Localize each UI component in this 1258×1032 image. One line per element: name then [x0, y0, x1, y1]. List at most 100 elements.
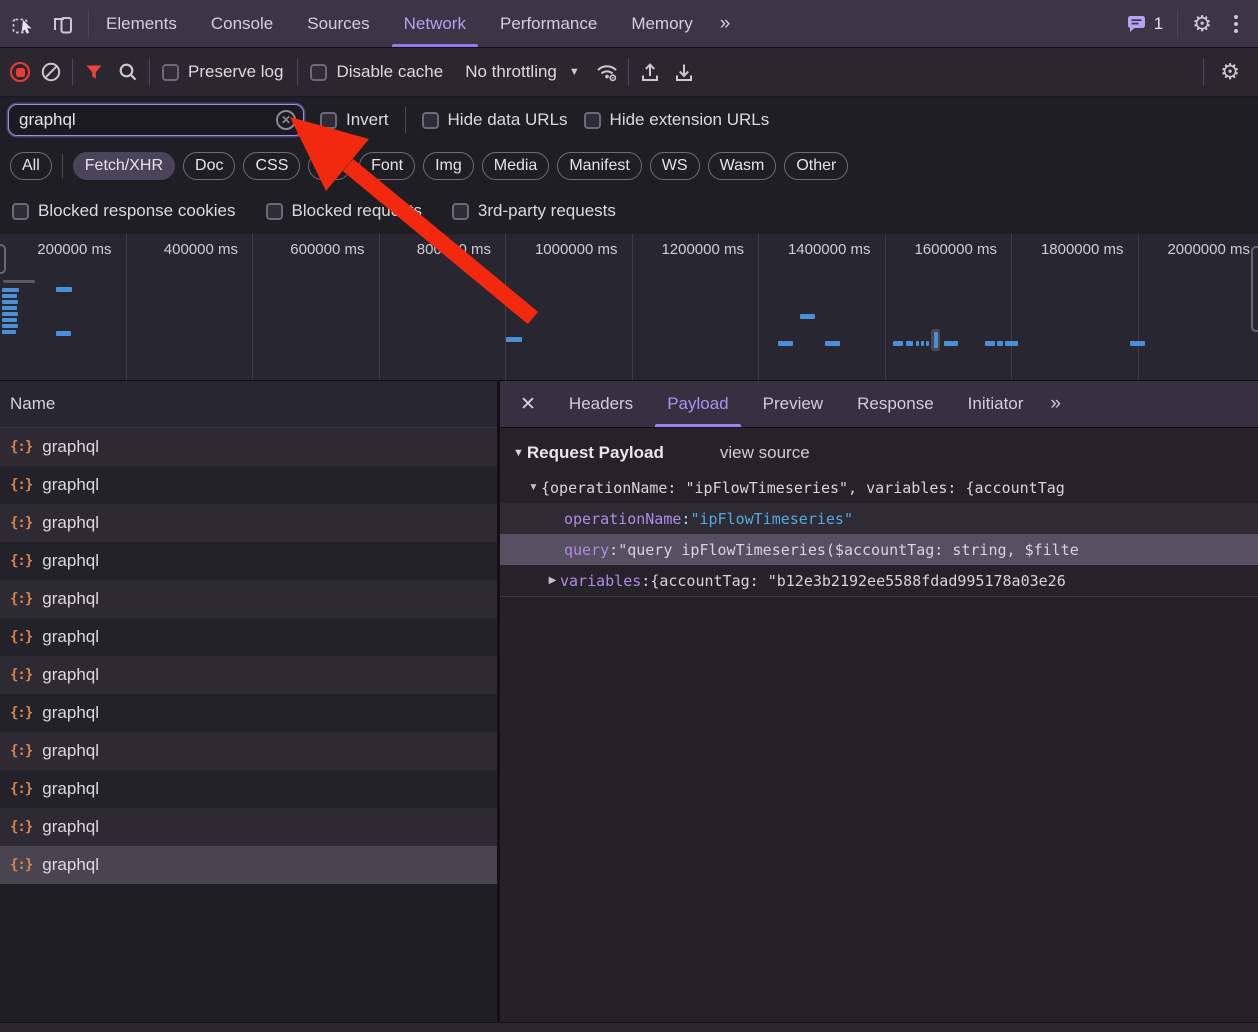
network-overview-timeline[interactable]: 200000 ms400000 ms600000 ms800000 ms1000…	[0, 234, 1258, 381]
payload-query-row[interactable]: query: "query ipFlowTimeseries($accountT…	[500, 534, 1258, 565]
expand-triangle-icon[interactable]: ▶	[545, 575, 560, 586]
request-row[interactable]: {:}graphql	[0, 694, 497, 732]
timeline-scroll-handle-left[interactable]	[0, 244, 6, 274]
blocked-requests-checkbox[interactable]: Blocked requests	[266, 201, 422, 221]
network-conditions-icon[interactable]	[594, 59, 620, 85]
view-source-link[interactable]: view source	[720, 443, 810, 463]
filter-chip-css[interactable]: CSS	[243, 152, 300, 180]
device-toolbar-icon[interactable]	[50, 11, 76, 37]
json-braces-icon: {:}	[10, 515, 32, 531]
checkbox-box[interactable]	[452, 203, 469, 220]
devtools-main-toolbar: ElementsConsoleSourcesNetworkPerformance…	[0, 0, 1258, 48]
tab-memory[interactable]: Memory	[614, 0, 709, 47]
filter-chip-other[interactable]: Other	[784, 152, 848, 180]
inspect-element-icon[interactable]	[10, 11, 36, 37]
filter-chip-font[interactable]: Font	[359, 152, 415, 180]
filter-chip-img[interactable]: Img	[423, 152, 474, 180]
waterfall-bar	[778, 341, 793, 346]
request-row[interactable]: {:}graphql	[0, 846, 497, 884]
request-row[interactable]: {:}graphql	[0, 808, 497, 846]
filter-chip-manifest[interactable]: Manifest	[557, 152, 641, 180]
checkbox-box[interactable]	[584, 112, 601, 129]
hide-extension-urls-checkbox[interactable]: Hide extension URLs	[584, 110, 770, 130]
request-row[interactable]: {:}graphql	[0, 618, 497, 656]
request-row[interactable]: {:}graphql	[0, 580, 497, 618]
main-tab-strip: ElementsConsoleSourcesNetworkPerformance…	[89, 0, 710, 47]
detail-tab-payload[interactable]: Payload	[650, 381, 745, 427]
detail-tab-response[interactable]: Response	[840, 381, 951, 427]
filter-funnel-icon[interactable]	[81, 59, 107, 85]
property-value: "query ipFlowTimeseries($accountTag: str…	[618, 541, 1079, 559]
tab-network[interactable]: Network	[387, 0, 483, 47]
detail-tab-headers[interactable]: Headers	[552, 381, 650, 427]
timeline-label: 1000000 ms	[506, 234, 633, 380]
tab-sources[interactable]: Sources	[290, 0, 386, 47]
checkbox-box[interactable]	[310, 64, 327, 81]
dropdown-arrow-icon: ▼	[569, 66, 580, 78]
key-separator: :	[641, 572, 650, 590]
name-column-header[interactable]: Name	[0, 381, 497, 428]
payload-summary-row[interactable]: ▼ {operationName: "ipFlowTimeseries", va…	[500, 472, 1258, 503]
section-title[interactable]: Request Payload	[527, 443, 664, 463]
request-row[interactable]: {:}graphql	[0, 770, 497, 808]
json-braces-icon: {:}	[10, 553, 32, 569]
request-row[interactable]: {:}graphql	[0, 542, 497, 580]
network-panel-split: Name {:}graphql{:}graphql{:}graphql{:}gr…	[0, 381, 1258, 1032]
clear-network-log-icon[interactable]	[38, 59, 64, 85]
checkbox-box[interactable]	[162, 64, 179, 81]
close-icon[interactable]: ✕	[504, 393, 552, 416]
tab-performance[interactable]: Performance	[483, 0, 614, 47]
detail-tab-preview[interactable]: Preview	[746, 381, 840, 427]
request-row[interactable]: {:}graphql	[0, 466, 497, 504]
filter-chip-wasm[interactable]: Wasm	[708, 152, 777, 180]
record-network-log-icon[interactable]	[10, 62, 30, 82]
detail-tab-initiator[interactable]: Initiator	[951, 381, 1041, 427]
request-row[interactable]: {:}graphql	[0, 732, 497, 770]
preserve-log-checkbox[interactable]: Preserve log	[162, 62, 283, 82]
json-braces-icon: {:}	[10, 705, 32, 721]
detail-more-tabs-icon[interactable]: »	[1040, 393, 1069, 415]
hide-data-urls-checkbox[interactable]: Hide data URLs	[422, 110, 568, 130]
payload-operation-row[interactable]: operationName: "ipFlowTimeseries"	[500, 503, 1258, 534]
request-row[interactable]: {:}graphql	[0, 656, 497, 694]
waterfall-bar	[1005, 341, 1018, 346]
checkbox-box[interactable]	[266, 203, 283, 220]
filter-chip-fetch-xhr[interactable]: Fetch/XHR	[73, 152, 175, 180]
search-icon[interactable]	[115, 59, 141, 85]
filter-chip-media[interactable]: Media	[482, 152, 550, 180]
settings-gear-icon[interactable]: ⚙	[1192, 13, 1212, 35]
disable-cache-checkbox[interactable]: Disable cache	[310, 62, 443, 82]
network-settings-gear-icon[interactable]: ⚙	[1212, 61, 1248, 83]
collapse-triangle-icon[interactable]: ▼	[513, 447, 524, 459]
3rd-party-requests-checkbox[interactable]: 3rd-party requests	[452, 201, 616, 221]
more-tabs-icon[interactable]: »	[710, 13, 739, 35]
checkbox-box[interactable]	[320, 112, 337, 129]
timeline-scroll-handle-right[interactable]	[1251, 246, 1258, 332]
issues-counter[interactable]: 1	[1126, 14, 1163, 34]
import-har-icon[interactable]	[637, 59, 663, 85]
filter-input[interactable]	[19, 110, 276, 130]
filter-chip-ws[interactable]: WS	[650, 152, 700, 180]
expand-triangle-icon[interactable]: ▼	[526, 482, 541, 493]
request-row[interactable]: {:}graphql	[0, 504, 497, 542]
checkbox-box[interactable]	[12, 203, 29, 220]
tab-console[interactable]: Console	[194, 0, 290, 47]
payload-variables-row[interactable]: ▶ variables: {accountTag: "b12e3b2192ee5…	[500, 565, 1258, 596]
tab-elements[interactable]: Elements	[89, 0, 194, 47]
checkbox-box[interactable]	[422, 112, 439, 129]
throttling-select[interactable]: No throttling ▼	[459, 62, 586, 82]
filter-chip-all[interactable]: All	[10, 152, 52, 180]
more-options-icon[interactable]	[1226, 11, 1246, 37]
request-row[interactable]: {:}graphql	[0, 428, 497, 466]
clear-filter-icon[interactable]: ✕	[276, 110, 296, 130]
filter-chip-doc[interactable]: Doc	[183, 152, 235, 180]
disable-cache-label: Disable cache	[336, 62, 443, 82]
network-toolbar: Preserve log Disable cache No throttling…	[0, 48, 1258, 97]
request-list-pane: Name {:}graphql{:}graphql{:}graphql{:}gr…	[0, 381, 500, 1032]
filter-chip-js[interactable]: JS	[308, 152, 351, 180]
blocked-response-cookies-checkbox[interactable]: Blocked response cookies	[12, 201, 236, 221]
toolbar-divider	[72, 59, 73, 85]
invert-checkbox[interactable]: Invert	[320, 110, 389, 130]
property-value-string: "ipFlowTimeseries"	[690, 510, 853, 528]
export-har-icon[interactable]	[671, 59, 697, 85]
